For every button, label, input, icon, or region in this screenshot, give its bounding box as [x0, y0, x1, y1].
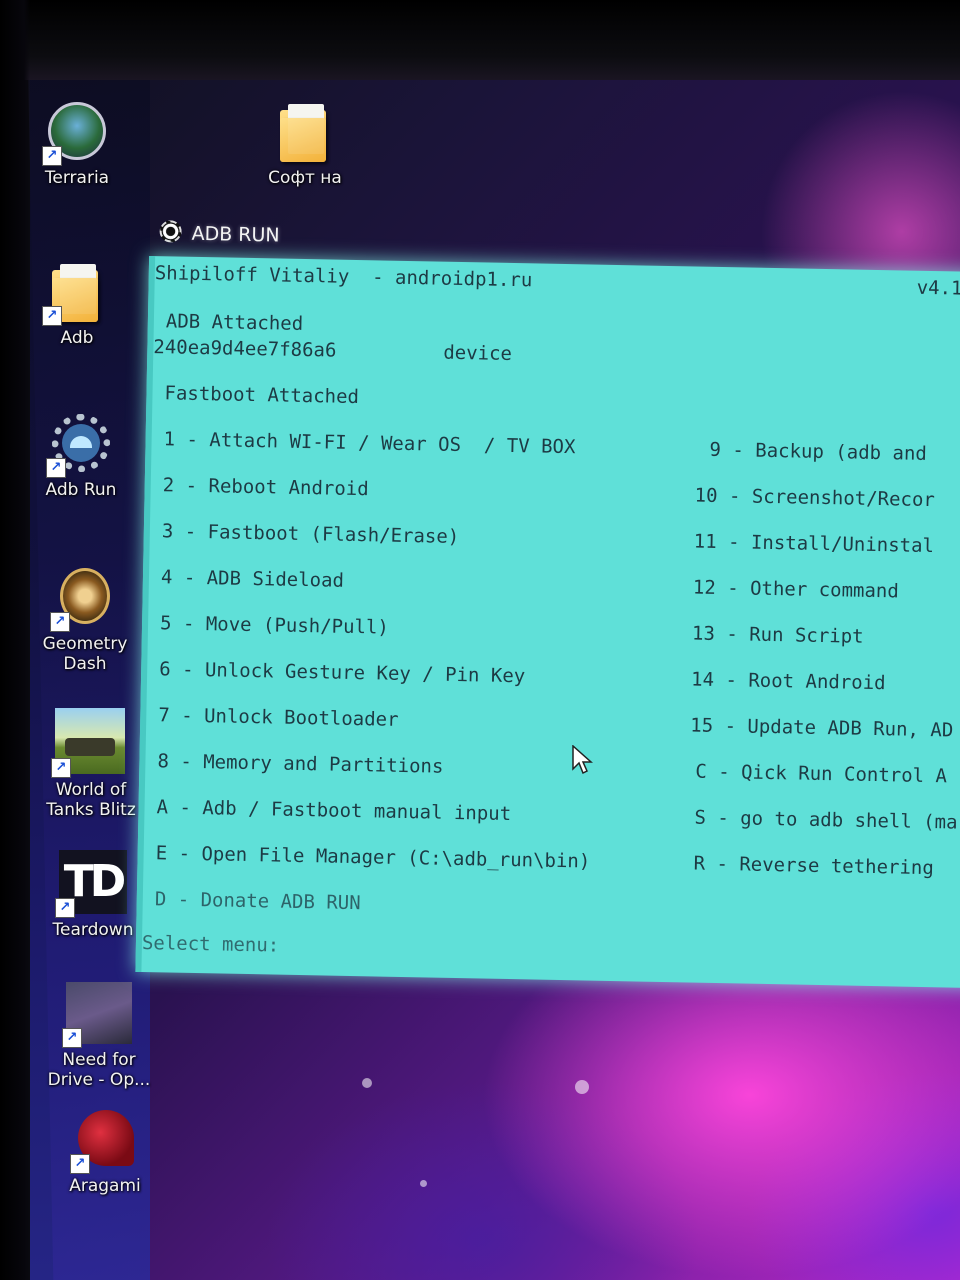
menu-item[interactable]: 7 - Unlock Bootloader	[158, 704, 399, 731]
console-area[interactable]: Shipiloff Vitaliy - androidp1.ru v4.1 AD…	[135, 255, 960, 990]
desktop-icon-adb[interactable]: ↗ Adb	[22, 260, 132, 348]
terraria-icon: ↗	[42, 100, 108, 166]
menu-item[interactable]: E - Open File Manager (C:\adb_run\bin)	[155, 842, 590, 872]
car-game-icon: ↗	[62, 982, 132, 1048]
wallpaper-sparkle	[362, 1078, 372, 1088]
desktop-icon-need-for-drive[interactable]: ↗ Need for Drive - Op...	[44, 982, 154, 1090]
monitor-bezel-left	[0, 0, 30, 1280]
menu-item[interactable]: 11 - Install/Uninstal	[694, 531, 935, 558]
menu-item[interactable]: 10 - Screenshot/Recor	[694, 485, 935, 512]
menu-item[interactable]: 12 - Other command	[693, 576, 899, 602]
menu-item[interactable]: 1 - Attach WI-FI / Wear OS / TV BOX	[163, 428, 575, 458]
menu-item[interactable]: 5 - Move (Push/Pull)	[160, 612, 389, 638]
desktop-icon-terraria[interactable]: ↗ Terraria	[22, 100, 132, 188]
menu-item[interactable]: 2 - Reboot Android	[163, 474, 369, 500]
desktop-icon-label: Adb	[60, 328, 94, 348]
shortcut-arrow-icon: ↗	[70, 1154, 90, 1174]
desktop-icon-teardown[interactable]: TD ↗ Teardown	[38, 850, 148, 940]
fastboot-status: Fastboot Attached	[164, 382, 360, 409]
android-gear-icon: ↗	[46, 412, 112, 478]
desktop-icon-label: Geometry Dash	[42, 634, 128, 674]
shortcut-arrow-icon: ↗	[62, 1028, 82, 1048]
geometry-dash-icon: ↗	[50, 566, 116, 632]
desktop-icon-label: Teardown	[52, 920, 134, 940]
wallpaper-sparkle	[575, 1080, 589, 1094]
menu-item[interactable]: 6 - Unlock Gesture Key / Pin Key	[159, 658, 525, 687]
folder-icon: ↗	[42, 260, 108, 326]
adb-run-app-icon	[159, 220, 182, 243]
menu-item[interactable]: 8 - Memory and Partitions	[157, 750, 443, 777]
desktop-icon-label: Need for Drive - Op...	[47, 1050, 151, 1090]
menu-item[interactable]: 14 - Root Android	[691, 668, 886, 694]
desktop-icon-label: Adb Run	[45, 480, 117, 500]
wallpaper-sparkle	[420, 1180, 427, 1187]
aragami-icon: ↗	[70, 1108, 136, 1174]
adb-run-window[interactable]: ADB RUN Shipiloff Vitaliy - androidp1.ru…	[135, 212, 960, 999]
desktop-icon-label: Aragami	[69, 1176, 141, 1196]
teardown-icon: TD ↗	[55, 850, 127, 918]
monitor-bezel-top	[0, 0, 960, 80]
desktop-icon-label: World of Tanks Blitz	[46, 780, 136, 820]
menu-item[interactable]: S - go to adb shell (ma	[694, 807, 957, 834]
desktop-screen: ↗ Terraria Софт на ↗ Adb ↗ Adb Run ↗ Geo…	[0, 0, 960, 1280]
window-title: ADB RUN	[191, 222, 280, 247]
shortcut-arrow-icon: ↗	[46, 458, 66, 478]
menu-item[interactable]: 4 - ADB Sideload	[161, 566, 344, 592]
shortcut-arrow-icon: ↗	[51, 758, 71, 778]
menu-item[interactable]: 15 - Update ADB Run, AD	[690, 714, 953, 741]
menu-item[interactable]: R - Reverse tethering	[693, 853, 934, 880]
shortcut-arrow-icon: ↗	[42, 146, 62, 166]
desktop-icon-soft-folder[interactable]: Софт на	[250, 100, 360, 188]
desktop-icon-adb-run[interactable]: ↗ Adb Run	[26, 412, 136, 500]
desktop-icon-label: Софт на	[268, 168, 342, 188]
shortcut-arrow-icon: ↗	[55, 898, 75, 918]
desktop-icon-geometry-dash[interactable]: ↗ Geometry Dash	[30, 566, 140, 674]
shortcut-arrow-icon: ↗	[42, 306, 62, 326]
console-version: v4.1	[916, 276, 960, 300]
desktop-icon-label: Terraria	[44, 168, 110, 188]
adb-status: ADB Attached	[165, 310, 304, 335]
menu-item[interactable]: D - Donate ADB RUN	[155, 888, 361, 914]
menu-item[interactable]: 13 - Run Script	[692, 622, 864, 647]
menu-item[interactable]: 9 - Backup (adb and	[709, 439, 927, 465]
device-state: device	[443, 341, 513, 365]
shortcut-arrow-icon: ↗	[50, 612, 70, 632]
desktop-icon-aragami[interactable]: ↗ Aragami	[50, 1108, 160, 1196]
menu-item[interactable]: C - Qick Run Control A	[695, 761, 947, 788]
device-serial: 240ea9d4ee7f86a6	[153, 336, 337, 362]
tank-icon: ↗	[51, 708, 127, 778]
select-menu-prompt[interactable]: Select menu:	[142, 932, 280, 957]
desktop-icon-world-of-tanks-blitz[interactable]: ↗ World of Tanks Blitz	[36, 708, 146, 820]
menu-item[interactable]: 3 - Fastboot (Flash/Erase)	[162, 520, 460, 548]
folder-icon	[274, 100, 336, 162]
console-header-author: Shipiloff Vitaliy - androidp1.ru	[154, 262, 533, 292]
menu-item[interactable]: A - Adb / Fastboot manual input	[156, 796, 511, 825]
